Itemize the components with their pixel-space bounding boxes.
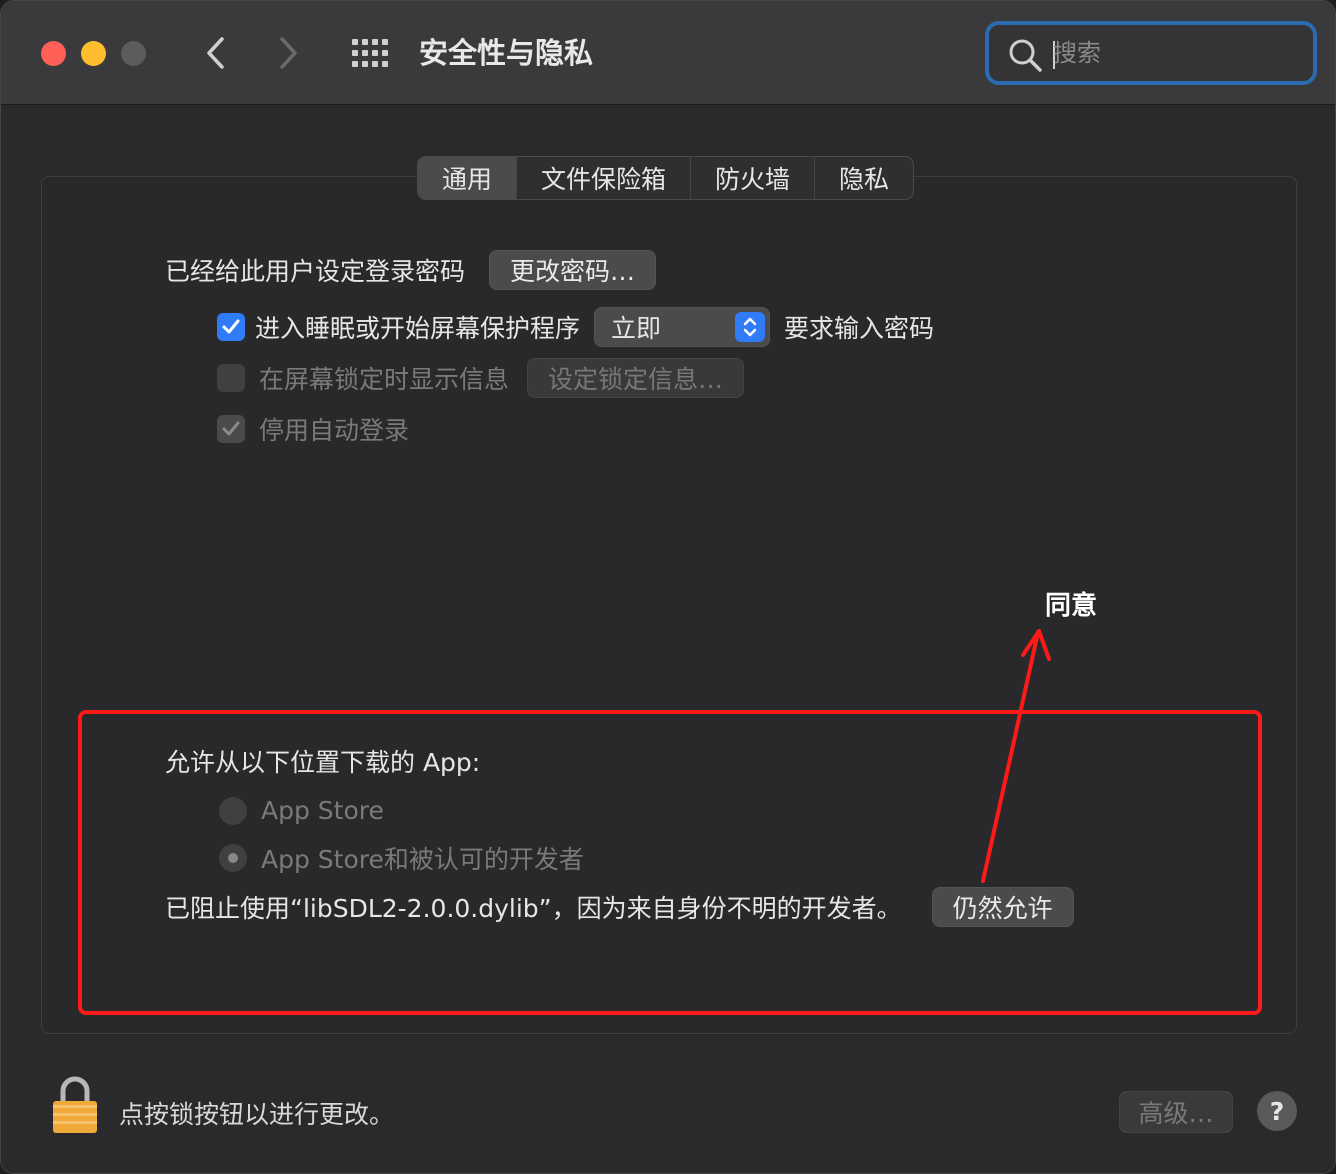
title-bar: 安全性与隐私: [1, 1, 1335, 105]
tab-filevault[interactable]: 文件保险箱: [517, 157, 692, 199]
zoom-button[interactable]: [121, 41, 146, 66]
lock-icon[interactable]: [51, 1075, 99, 1135]
chevron-left-icon: [207, 37, 224, 69]
search-field[interactable]: [985, 21, 1317, 85]
search-icon: [1009, 39, 1042, 72]
annotation-label: 同意: [1045, 591, 1098, 621]
advanced-button[interactable]: 高级…: [1119, 1091, 1233, 1133]
forward-button[interactable]: [269, 31, 309, 75]
lock-hint-text: 点按锁按钮以进行更改。: [119, 1100, 395, 1129]
tab-firewall[interactable]: 防火墙: [691, 157, 816, 199]
select-value: 立即: [611, 314, 662, 343]
show-all-button[interactable]: [351, 35, 391, 71]
tab-general[interactable]: 通用: [418, 157, 518, 199]
highlight-box: [78, 710, 1262, 1015]
grid-icon: [352, 39, 388, 67]
disable-auto-login-label: 停用自动登录: [259, 416, 410, 445]
chevron-right-icon: [280, 37, 297, 69]
disable-auto-login-checkbox[interactable]: [217, 415, 245, 443]
require-password-delay-select[interactable]: 立即: [594, 307, 771, 347]
select-stepper-icon: [735, 312, 766, 342]
change-password-button[interactable]: 更改密码…: [489, 250, 657, 290]
show-message-label: 在屏幕锁定时显示信息: [259, 365, 510, 394]
checkmark-icon: [222, 319, 240, 334]
help-button[interactable]: ?: [1257, 1091, 1297, 1131]
preferences-window: 安全性与隐私 通用 文件保险箱 防火墙 隐私 已经给此用户设定登录密码 更改密码…: [0, 0, 1336, 1174]
password-set-label: 已经给此用户设定登录密码: [165, 257, 466, 286]
tab-bar: 通用 文件保险箱 防火墙 隐私: [417, 156, 915, 200]
tab-privacy[interactable]: 隐私: [815, 157, 913, 199]
checkmark-icon: [222, 421, 240, 436]
minimize-button[interactable]: [81, 41, 106, 66]
show-message-checkbox[interactable]: [217, 364, 245, 392]
close-button[interactable]: [41, 41, 66, 66]
require-password-row: 进入睡眠或开始屏幕保护程序 立即 要求输入密码: [217, 307, 934, 347]
show-message-row: 在屏幕锁定时显示信息 设定锁定信息…: [217, 358, 745, 398]
set-lock-message-button[interactable]: 设定锁定信息…: [527, 358, 745, 398]
require-password-checkbox[interactable]: [217, 313, 245, 341]
disable-auto-login-row: 停用自动登录: [217, 411, 409, 447]
search-input[interactable]: [1053, 35, 1293, 71]
back-button[interactable]: [195, 31, 235, 75]
password-row: 已经给此用户设定登录密码 更改密码…: [165, 250, 657, 290]
require-password-suffix: 要求输入密码: [784, 314, 935, 343]
require-password-label: 进入睡眠或开始屏幕保护程序: [255, 314, 581, 343]
window-title: 安全性与隐私: [419, 36, 594, 70]
